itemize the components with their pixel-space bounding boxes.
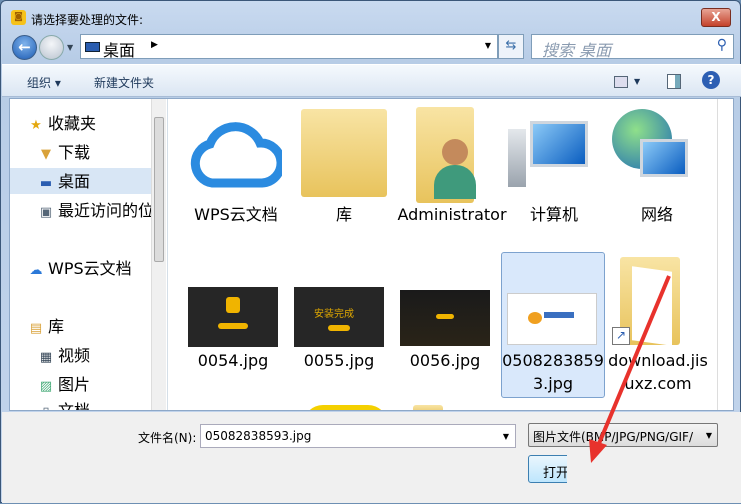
address-dropdown-icon[interactable]: ▼ bbox=[485, 41, 491, 50]
file-label[interactable]: WPS云文档 bbox=[184, 203, 288, 226]
dialog-title: 请选择要处理的文件: bbox=[31, 13, 144, 27]
filename-input[interactable]: 05082838593.jpg ▼ bbox=[200, 424, 516, 448]
filename-label: 文件名(N): bbox=[138, 431, 197, 445]
file-label[interactable]: 0054.jpg bbox=[181, 349, 285, 372]
wps-cloud-item[interactable] bbox=[190, 117, 286, 192]
app-icon: ◙ bbox=[11, 10, 26, 25]
preview-pane-icon[interactable] bbox=[667, 74, 681, 89]
toolbar: 组织 ▾ 新建文件夹 ▼ ? bbox=[2, 64, 741, 97]
file-type-value: 图片文件(BMP/JPG/PNG/GIF/ bbox=[533, 430, 694, 444]
partial-item-icon[interactable] bbox=[303, 405, 388, 410]
file-type-select[interactable]: 图片文件(BMP/JPG/PNG/GIF/ ▼ bbox=[528, 423, 718, 447]
navigation-pane: ★收藏夹 ▼下载 ▬桌面 ▣最近访问的位置 ☁WPS云文档 ▤库 ▦视频 ▨图片… bbox=[10, 99, 168, 410]
sidebar-item-libraries[interactable]: ▤ 库 bbox=[28, 313, 167, 339]
sidebar-item-favorites[interactable]: ★ 收藏夹 bbox=[28, 110, 167, 136]
recent-places-icon: ▣ bbox=[39, 205, 53, 220]
file-list: WPS云文档 库 Administrator 计算机 网络 0054.jpg 安… bbox=[168, 99, 718, 410]
sidebar-scrollbar[interactable] bbox=[151, 99, 166, 410]
file-label[interactable]: 计算机 bbox=[502, 203, 606, 226]
filename-value[interactable]: 05082838593.jpg bbox=[205, 429, 311, 443]
sidebar-item-videos[interactable]: ▦ 视频 bbox=[38, 342, 167, 368]
thumbnail-text: 安装完成 bbox=[314, 309, 354, 320]
sidebar-item-wps-cloud[interactable]: ☁ WPS云文档 bbox=[28, 255, 153, 281]
user-folder-icon[interactable] bbox=[416, 107, 476, 203]
documents-icon: ▯ bbox=[38, 405, 54, 410]
shortcut-arrow-icon: ↗ bbox=[612, 327, 630, 345]
back-button[interactable]: ← bbox=[12, 35, 37, 60]
cloud-icon bbox=[190, 122, 286, 188]
sidebar-item-documents[interactable]: ▯文档 bbox=[38, 397, 167, 410]
desktop-icon bbox=[85, 42, 100, 52]
sidebar-item-pictures[interactable]: ▨ 图片 bbox=[38, 371, 167, 397]
search-icon[interactable]: ⚲ bbox=[717, 37, 727, 53]
desktop-icon: ▬ bbox=[39, 176, 53, 191]
obscured-area bbox=[567, 449, 741, 499]
help-icon[interactable]: ? bbox=[702, 71, 720, 89]
breadcrumb-arrow-icon[interactable]: ▶ bbox=[151, 40, 158, 50]
image-thumbnail[interactable] bbox=[400, 290, 490, 346]
file-label[interactable]: Administrator bbox=[396, 203, 508, 226]
file-label[interactable]: 库 bbox=[292, 203, 396, 226]
sidebar-item-recent[interactable]: ▣最近访问的位置 bbox=[38, 197, 153, 223]
search-placeholder: 搜索 桌面 bbox=[542, 41, 612, 60]
pictures-icon: ▨ bbox=[39, 379, 53, 394]
cloud-icon: ☁ bbox=[29, 263, 43, 278]
star-icon: ★ bbox=[30, 118, 42, 133]
file-label[interactable]: 网络 bbox=[605, 203, 709, 226]
network-icon[interactable] bbox=[612, 109, 688, 193]
file-label[interactable]: 05082838593.jpg bbox=[501, 349, 605, 395]
forward-button[interactable] bbox=[39, 35, 64, 60]
search-input[interactable]: 搜索 桌面 ⚲ bbox=[531, 34, 734, 60]
address-bar[interactable]: 桌面 ▶ ▼ bbox=[80, 34, 498, 61]
file-label[interactable]: 0056.jpg bbox=[393, 349, 497, 372]
refresh-button[interactable]: ⇆ bbox=[498, 34, 524, 59]
file-label[interactable]: download.jisuxz.com bbox=[606, 349, 710, 395]
image-thumbnail[interactable] bbox=[507, 293, 597, 345]
computer-icon[interactable] bbox=[508, 121, 588, 191]
open-button[interactable]: 打开 bbox=[528, 455, 572, 483]
address-location[interactable]: 桌面 bbox=[103, 37, 135, 61]
close-button[interactable]: X bbox=[701, 8, 731, 27]
shortcut-folder-icon[interactable]: ↗ bbox=[612, 257, 680, 346]
view-options-icon[interactable] bbox=[614, 76, 628, 88]
file-type-dropdown-icon[interactable]: ▼ bbox=[706, 431, 712, 440]
sidebar-item-desktop[interactable]: ▬ 桌面 bbox=[10, 168, 153, 194]
view-dropdown-icon[interactable]: ▼ bbox=[634, 77, 640, 86]
image-thumbnail[interactable]: 安装完成 bbox=[294, 287, 384, 347]
partial-folder-icon[interactable] bbox=[413, 405, 443, 410]
new-folder-button[interactable]: 新建文件夹 bbox=[94, 74, 154, 91]
file-label[interactable]: 0055.jpg bbox=[287, 349, 391, 372]
image-thumbnail[interactable] bbox=[188, 287, 278, 347]
browser-pane: ★收藏夹 ▼下载 ▬桌面 ▣最近访问的位置 ☁WPS云文档 ▤库 ▦视频 ▨图片… bbox=[9, 98, 734, 411]
file-open-dialog: ◙ 请选择要处理的文件: X ← ▼ 桌面 ▶ ▼ ⇆ 搜索 桌面 ⚲ 组织 ▾… bbox=[0, 0, 741, 503]
recent-pages-dropdown[interactable]: ▼ bbox=[67, 43, 73, 52]
sidebar-item-downloads[interactable]: ▼ 下载 bbox=[38, 139, 167, 165]
filename-dropdown-icon[interactable]: ▼ bbox=[503, 432, 509, 441]
organize-button[interactable]: 组织 ▾ bbox=[27, 74, 61, 91]
sidebar-scroll-thumb[interactable] bbox=[154, 117, 164, 262]
download-folder-icon: ▼ bbox=[41, 147, 51, 162]
content-scrollbar[interactable] bbox=[717, 99, 718, 410]
library-icon[interactable] bbox=[301, 109, 387, 197]
video-icon: ▦ bbox=[39, 350, 53, 365]
library-icon: ▤ bbox=[29, 321, 43, 336]
